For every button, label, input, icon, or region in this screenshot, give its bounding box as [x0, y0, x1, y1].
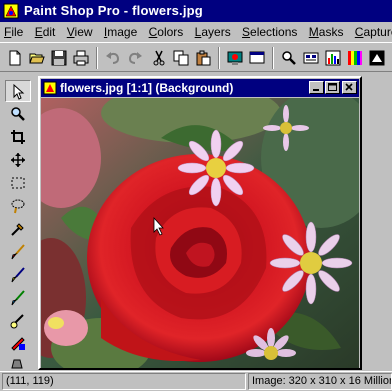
scratch-remover-icon — [11, 337, 25, 351]
app-title: Paint Shop Pro - flowers.jpg — [24, 3, 203, 18]
selection-icon — [11, 177, 25, 189]
freehand-icon — [11, 199, 25, 214]
maximize-button[interactable] — [325, 81, 340, 94]
paste-icon — [196, 50, 211, 66]
browse-button[interactable] — [224, 47, 246, 69]
zoom-button[interactable] — [278, 47, 300, 69]
flowers-image — [41, 98, 359, 368]
crop-icon — [11, 130, 25, 144]
new-icon — [9, 50, 21, 66]
menu-capture[interactable]: Capture — [351, 22, 392, 42]
histogram-button[interactable] — [322, 47, 344, 69]
copy-button[interactable] — [170, 47, 192, 69]
standard-toolbar — [0, 42, 392, 72]
paint-shop-pro-icon — [3, 3, 19, 19]
print-icon — [73, 50, 89, 66]
tool-selection[interactable] — [5, 172, 31, 194]
mover-icon — [11, 153, 25, 167]
redo-button[interactable] — [124, 47, 146, 69]
fullscreen-button[interactable] — [246, 47, 268, 69]
zoom-icon — [11, 107, 25, 121]
app-title-bar[interactable]: Paint Shop Pro - flowers.jpg — [0, 0, 392, 22]
paste-button[interactable] — [192, 47, 214, 69]
tool-dropper[interactable] — [5, 218, 31, 240]
eyedropper-icon — [11, 223, 24, 236]
minimize-icon — [313, 89, 319, 91]
toolbar-separator — [96, 47, 98, 69]
color-replacer-icon — [11, 290, 25, 306]
tool-deform[interactable] — [5, 126, 31, 148]
close-button[interactable] — [342, 81, 357, 94]
status-bar: (111, 119) Image: 320 x 310 x 16 Millior — [0, 371, 392, 391]
tool-palette — [2, 76, 34, 369]
tool-clone-brush[interactable] — [5, 264, 31, 286]
zoom-icon — [282, 51, 296, 65]
document-icon — [43, 81, 57, 95]
toolbar-separator — [218, 47, 220, 69]
cursor-coordinates: (111, 119) — [2, 373, 246, 390]
document-window[interactable]: flowers.jpg [1:1] (Background) — [38, 76, 362, 370]
image-info: Image: 320 x 310 x 16 Millior — [248, 373, 392, 390]
controls-button[interactable] — [300, 47, 322, 69]
tool-arrow[interactable] — [5, 80, 31, 102]
document-title-bar[interactable]: flowers.jpg [1:1] (Background) — [41, 79, 359, 97]
tool-mover[interactable] — [5, 149, 31, 171]
image-canvas[interactable] — [41, 98, 359, 368]
fullscreen-icon — [249, 51, 265, 64]
menu-masks[interactable]: Masks — [305, 22, 348, 42]
cut-button[interactable] — [148, 47, 170, 69]
color-palette-button[interactable] — [344, 47, 366, 69]
color-palette-icon — [348, 51, 362, 65]
save-icon — [51, 50, 67, 66]
menu-layers[interactable]: Layers — [191, 22, 235, 42]
menu-selections[interactable]: Selections — [238, 22, 301, 42]
save-button[interactable] — [48, 47, 70, 69]
workspace-edge — [382, 76, 392, 370]
more-icon — [369, 50, 385, 66]
menu-image[interactable]: Image — [100, 22, 141, 42]
tool-paintbrush[interactable] — [5, 241, 31, 263]
cut-icon — [153, 50, 165, 66]
more-button[interactable] — [366, 47, 388, 69]
clone-brush-icon — [11, 267, 25, 283]
menu-edit[interactable]: Edit — [31, 22, 60, 42]
tool-color-replacer[interactable] — [5, 287, 31, 309]
controls-icon — [303, 52, 319, 64]
print-button[interactable] — [70, 47, 92, 69]
undo-button[interactable] — [102, 47, 124, 69]
picture-tube-icon — [11, 359, 23, 369]
menu-colors[interactable]: Colors — [145, 22, 188, 42]
histogram-icon — [325, 50, 341, 66]
open-icon — [29, 53, 45, 64]
browse-icon — [227, 51, 243, 65]
copy-icon — [173, 50, 189, 66]
paintbrush-icon — [11, 244, 25, 260]
open-button[interactable] — [26, 47, 48, 69]
tool-scratch-remover[interactable] — [5, 333, 31, 355]
document-title: flowers.jpg [1:1] (Background) — [60, 81, 234, 95]
arrow-icon — [13, 84, 25, 100]
tool-retouch[interactable] — [5, 310, 31, 332]
close-icon — [345, 83, 353, 91]
menu-file[interactable]: File — [0, 22, 27, 42]
minimize-button[interactable] — [309, 81, 324, 94]
menu-bar: File Edit View Image Colors Layers Selec… — [0, 22, 392, 42]
tool-freehand[interactable] — [5, 195, 31, 217]
redo-icon — [128, 52, 142, 64]
tool-picture-tube[interactable] — [5, 356, 31, 369]
toolbar-separator — [272, 47, 274, 69]
undo-icon — [106, 52, 120, 64]
maximize-icon — [328, 83, 337, 91]
new-button[interactable] — [4, 47, 26, 69]
retouch-icon — [10, 314, 24, 329]
tool-zoom[interactable] — [5, 103, 31, 125]
menu-view[interactable]: View — [63, 22, 97, 42]
